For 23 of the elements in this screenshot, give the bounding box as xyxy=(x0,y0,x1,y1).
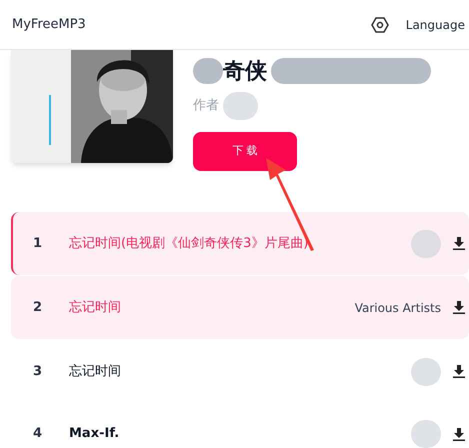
track-number: 3 xyxy=(33,362,44,381)
track-title: 忘记时间 xyxy=(69,298,122,317)
redaction-blur xyxy=(223,92,258,120)
track-title: Max-If. xyxy=(69,425,120,444)
app-title[interactable]: MyFreeMP3 xyxy=(12,14,86,34)
track-row[interactable]: 3 忘记时间 xyxy=(11,340,469,403)
track-row[interactable]: 2 忘记时间 Various Artists xyxy=(11,276,469,339)
artist-name: Various Artists xyxy=(354,300,441,316)
author-label: 作者 xyxy=(193,97,219,116)
track-number: 4 xyxy=(33,425,44,444)
download-icon[interactable] xyxy=(453,237,465,250)
download-icon[interactable] xyxy=(453,301,465,314)
download-icon[interactable] xyxy=(453,365,465,378)
track-number: 1 xyxy=(33,234,44,253)
track-number: 2 xyxy=(33,298,44,317)
album-title: 奇侠 xyxy=(223,58,267,86)
track-title: 忘记时间 xyxy=(69,362,122,381)
language-button[interactable]: Language xyxy=(406,16,465,34)
track-row[interactable]: 4 Max-If. xyxy=(11,404,469,448)
download-icon[interactable] xyxy=(453,428,465,440)
download-button[interactable]: 下 载 xyxy=(193,132,297,171)
settings-icon[interactable] xyxy=(370,14,390,34)
redaction-blur xyxy=(193,58,223,84)
